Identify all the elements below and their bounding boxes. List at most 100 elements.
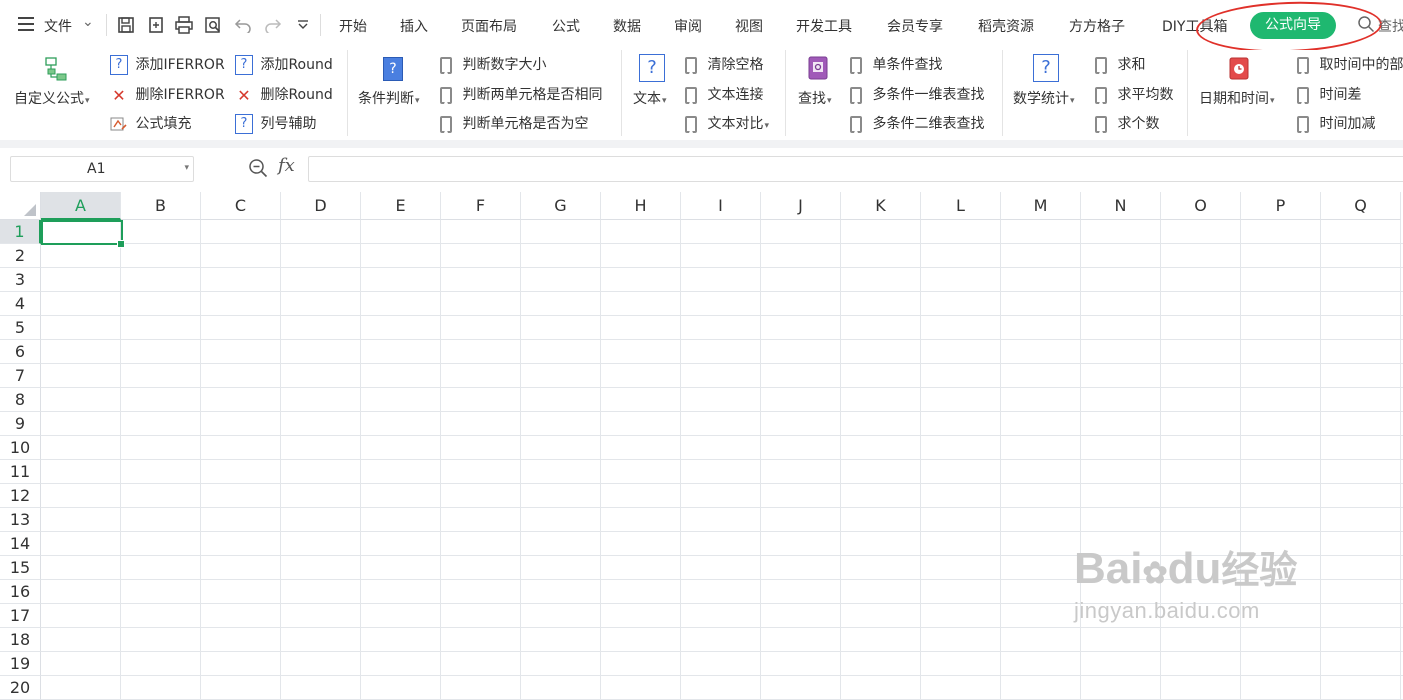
row-header[interactable]: 8 xyxy=(0,388,41,412)
text-join-button[interactable]: 文本连接 xyxy=(685,84,763,104)
cond-judge-button[interactable]: 条件判断▾ xyxy=(358,88,420,108)
tab-home[interactable]: 开始 xyxy=(339,16,367,36)
column-header[interactable]: Q xyxy=(1321,192,1401,220)
math-stats-button[interactable]: 数学统计▾ xyxy=(1013,88,1075,108)
column-header[interactable]: L xyxy=(921,192,1001,220)
judge-num-size-button[interactable]: 判断数字大小 xyxy=(440,54,546,74)
delete-round-button[interactable]: ✕ 删除Round xyxy=(235,84,332,105)
row-header[interactable]: 17 xyxy=(0,604,41,628)
custom-formula-button[interactable]: 自定义公式▾ xyxy=(14,88,90,108)
row-header[interactable]: 10 xyxy=(0,436,41,460)
hamburger-icon[interactable] xyxy=(18,17,34,31)
column-header[interactable]: A xyxy=(41,192,121,220)
column-header[interactable]: G xyxy=(521,192,601,220)
datetime-button[interactable]: 日期和时间▾ xyxy=(1199,88,1275,108)
search-label[interactable]: 查找 xyxy=(1378,16,1403,36)
row-header[interactable]: 6 xyxy=(0,340,41,364)
formula-fill-button[interactable]: 公式填充 xyxy=(110,113,191,133)
row-header[interactable]: 13 xyxy=(0,508,41,532)
save-icon[interactable] xyxy=(115,14,137,36)
single-lookup-button[interactable]: 单条件查找 xyxy=(850,54,942,74)
row-header[interactable]: 3 xyxy=(0,268,41,292)
text-button[interactable]: 文本▾ xyxy=(633,88,667,108)
judge-two-cells-button[interactable]: 判断两单元格是否相同 xyxy=(440,84,602,104)
fill-handle[interactable] xyxy=(117,240,125,248)
delete-iferror-button[interactable]: ✕ 删除IFERROR xyxy=(110,84,224,105)
chevron-down-icon[interactable]: ⌄ xyxy=(82,14,94,30)
row-header[interactable]: 9 xyxy=(0,412,41,436)
formula-input[interactable] xyxy=(308,156,1403,182)
tab-page-layout[interactable]: 页面布局 xyxy=(461,16,517,36)
row-header[interactable]: 19 xyxy=(0,652,41,676)
column-header[interactable]: M xyxy=(1001,192,1081,220)
help-box-icon: ? xyxy=(235,55,253,75)
get-time-part-button[interactable]: 取时间中的部 xyxy=(1297,54,1403,74)
bookmark-icon xyxy=(685,86,697,104)
time-diff-button[interactable]: 时间差 xyxy=(1297,84,1361,104)
tab-review[interactable]: 审阅 xyxy=(674,16,702,36)
chevron-down-icon[interactable]: ▾ xyxy=(184,163,189,173)
row-header[interactable]: 2 xyxy=(0,244,41,268)
selected-cell[interactable] xyxy=(41,220,123,245)
column-header[interactable]: N xyxy=(1081,192,1161,220)
search-icon[interactable] xyxy=(1357,15,1375,37)
tab-developer[interactable]: 开发工具 xyxy=(796,16,852,36)
row-header[interactable]: 18 xyxy=(0,628,41,652)
print-icon[interactable] xyxy=(173,14,195,36)
sum-label: 求和 xyxy=(1117,57,1146,73)
text-compare-button[interactable]: 文本对比▾ xyxy=(685,113,769,133)
average-button[interactable]: 求平均数 xyxy=(1095,84,1173,104)
undo-icon[interactable] xyxy=(232,14,254,36)
tab-formulas[interactable]: 公式 xyxy=(552,16,580,36)
add-round-button[interactable]: ? 添加Round xyxy=(235,54,333,75)
row-header[interactable]: 20 xyxy=(0,676,41,700)
print-preview-icon[interactable] xyxy=(202,14,224,36)
add-iferror-button[interactable]: ? 添加IFERROR xyxy=(110,54,225,75)
row-header[interactable]: 4 xyxy=(0,292,41,316)
tab-view[interactable]: 视图 xyxy=(735,16,763,36)
zoom-formula-icon[interactable] xyxy=(248,158,268,182)
row-header[interactable]: 16 xyxy=(0,580,41,604)
column-header[interactable]: C xyxy=(201,192,281,220)
row-header[interactable]: 1 xyxy=(0,220,41,244)
row-header[interactable]: 14 xyxy=(0,532,41,556)
column-header[interactable]: O xyxy=(1161,192,1241,220)
tab-member[interactable]: 会员专享 xyxy=(887,16,943,36)
row-header[interactable]: 11 xyxy=(0,460,41,484)
redo-icon[interactable] xyxy=(262,14,284,36)
judge-cell-empty-button[interactable]: 判断单元格是否为空 xyxy=(440,113,588,133)
column-header[interactable]: E xyxy=(361,192,441,220)
fx-icon[interactable]: fx xyxy=(278,155,295,176)
row-header[interactable]: 15 xyxy=(0,556,41,580)
add-iferror-label: 添加IFERROR xyxy=(135,57,225,73)
column-header[interactable]: P xyxy=(1241,192,1321,220)
tab-data[interactable]: 数据 xyxy=(613,16,641,36)
multi-1d-lookup-button[interactable]: 多条件一维表查找 xyxy=(850,84,984,104)
column-header[interactable]: H xyxy=(601,192,681,220)
multi-2d-lookup-button[interactable]: 多条件二维表查找 xyxy=(850,113,984,133)
row-header[interactable]: 7 xyxy=(0,364,41,388)
count-button[interactable]: 求个数 xyxy=(1095,113,1159,133)
cell-area[interactable] xyxy=(41,220,1403,700)
more-dropdown-icon[interactable] xyxy=(292,14,314,36)
row-header[interactable]: 5 xyxy=(0,316,41,340)
column-header[interactable]: J xyxy=(761,192,841,220)
sum-button[interactable]: 求和 xyxy=(1095,54,1145,74)
tab-insert[interactable]: 插入 xyxy=(400,16,428,36)
column-header[interactable]: I xyxy=(681,192,761,220)
select-all-corner[interactable] xyxy=(0,192,41,220)
name-box[interactable]: A1 ▾ xyxy=(10,156,194,182)
time-add-button[interactable]: 时间加减 xyxy=(1297,113,1375,133)
tab-docer[interactable]: 稻壳资源 xyxy=(978,16,1034,36)
column-header[interactable]: D xyxy=(281,192,361,220)
row-header[interactable]: 12 xyxy=(0,484,41,508)
column-header[interactable]: B xyxy=(121,192,201,220)
column-header[interactable]: K xyxy=(841,192,921,220)
column-header[interactable]: F xyxy=(441,192,521,220)
column-aux-button[interactable]: ? 列号辅助 xyxy=(235,113,316,134)
export-pdf-icon[interactable] xyxy=(145,14,167,36)
file-menu[interactable]: 文件 xyxy=(44,16,72,36)
tab-fangfang[interactable]: 方方格子 xyxy=(1069,16,1125,36)
clear-spaces-button[interactable]: 清除空格 xyxy=(685,54,763,74)
lookup-button[interactable]: 查找▾ xyxy=(798,88,832,108)
